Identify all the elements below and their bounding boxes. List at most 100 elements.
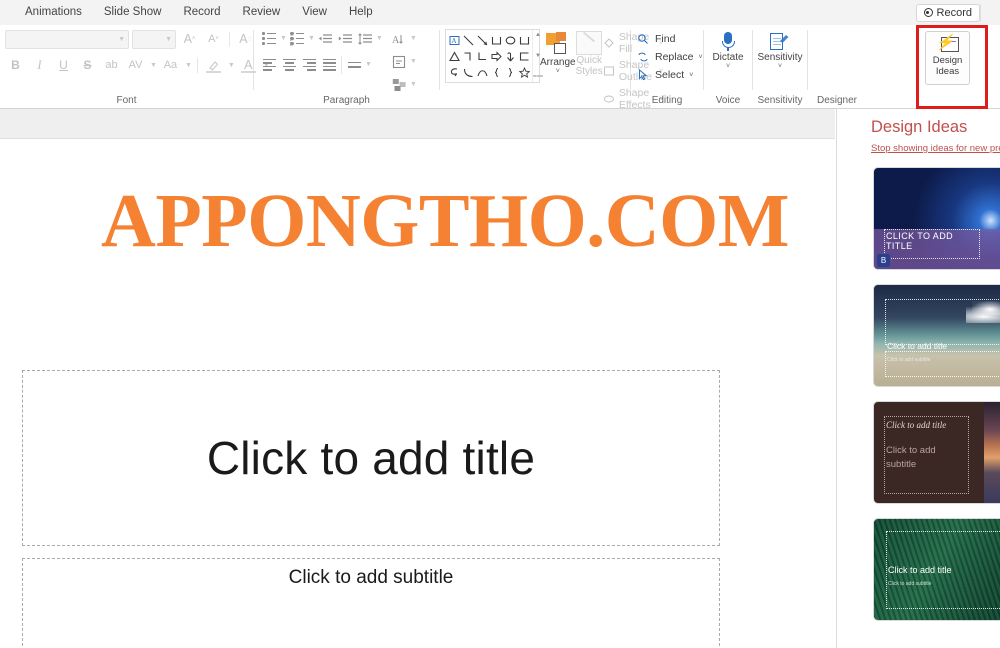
font-color-icon: A [244, 58, 253, 72]
font-size-combobox[interactable]: ▼ [132, 29, 176, 49]
bold-button[interactable]: B [5, 55, 26, 75]
shape-elbow-connector-icon[interactable] [461, 48, 475, 64]
increase-font-size-button[interactable]: A ˄ [179, 29, 200, 49]
chevron-down-icon[interactable]: ˅ [689, 72, 693, 79]
title-placeholder[interactable]: Click to add title [22, 370, 720, 546]
design-pane-scrollbar[interactable] [996, 109, 1000, 648]
chevron-down-icon[interactable]: ▼ [185, 62, 192, 69]
justify-icon [322, 58, 336, 71]
shape-line-icon[interactable] [461, 32, 475, 48]
text-direction-button[interactable]: A [389, 29, 409, 48]
design-ideas-label-2: Ideas [935, 66, 960, 77]
tab-view[interactable]: View [291, 0, 338, 25]
tab-slide-show[interactable]: Slide Show [93, 0, 173, 25]
arrange-label: Arrange [540, 57, 576, 68]
thumb-subtitle-outline [885, 351, 1000, 377]
shape-left-brace-icon[interactable] [489, 64, 503, 80]
chevron-down-icon[interactable]: ▼ [410, 58, 417, 65]
chevron-down-icon[interactable]: ▼ [410, 35, 417, 42]
ribbon-collapse-area[interactable] [980, 3, 994, 22]
justify-button[interactable] [319, 55, 339, 74]
underline-button[interactable]: U [53, 55, 74, 75]
columns-button[interactable] [344, 55, 364, 74]
strikethrough-button[interactable]: S [77, 55, 98, 75]
record-button[interactable]: Record [915, 3, 980, 22]
shape-scribble-icon[interactable] [447, 64, 461, 80]
chevron-down-icon[interactable]: ▼ [150, 62, 157, 69]
text-shadow-button[interactable]: ab [101, 55, 122, 75]
shape-textbox-icon[interactable]: A [447, 32, 461, 48]
search-icon [636, 33, 650, 45]
convert-to-smartart-button[interactable] [389, 75, 409, 94]
shapes-gallery[interactable]: A ▲ ▼ ⩶ [445, 29, 543, 83]
slide-canvas[interactable]: Click to add title Click to add subtitle [0, 139, 835, 648]
decrease-indent-button[interactable] [315, 29, 335, 48]
line-spacing-button[interactable] [355, 29, 375, 48]
shape-arrow-icon[interactable] [475, 32, 489, 48]
tab-animations[interactable]: Animations [14, 0, 93, 25]
shape-freeform-icon[interactable] [475, 64, 489, 80]
shape-rectangle-icon[interactable] [489, 32, 503, 48]
select-button[interactable]: Select ˅ [636, 66, 693, 84]
tab-review[interactable]: Review [232, 0, 292, 25]
replace-button[interactable]: Replace ˅ [636, 48, 703, 66]
shape-curve-icon[interactable] [461, 64, 475, 80]
bullets-button[interactable] [259, 29, 279, 48]
smartart-row: ▼ [389, 75, 417, 94]
subtitle-placeholder[interactable]: Click to add subtitle [22, 558, 720, 648]
chevron-down-icon[interactable]: ˅ [556, 68, 560, 75]
dictate-button[interactable]: Dictate ˅ [709, 32, 747, 71]
design-idea-subtitle-3: Click to add subtitle [886, 445, 936, 470]
character-spacing-button[interactable]: AV [125, 55, 146, 75]
align-right-button[interactable] [299, 55, 319, 74]
microphone-icon [721, 32, 735, 52]
align-center-button[interactable] [279, 55, 299, 74]
italic-button[interactable]: I [29, 55, 50, 75]
numbering-button[interactable]: 123 [287, 29, 307, 48]
shape-star-icon[interactable] [517, 64, 531, 80]
chevron-down-icon[interactable]: ˅ [778, 63, 782, 71]
shape-rounded-rectangle-icon[interactable] [517, 32, 531, 48]
align-right-icon [302, 58, 316, 71]
change-case-button[interactable]: Aa [160, 55, 181, 75]
chevron-down-icon[interactable]: ▼ [308, 35, 315, 42]
highlight-pen-icon [209, 60, 219, 71]
thumb-title-outline [885, 299, 1000, 345]
increase-indent-button[interactable] [335, 29, 355, 48]
arrange-button[interactable]: Arrange ˅ [540, 29, 576, 75]
quick-styles-button[interactable]: Quick Styles [576, 29, 603, 77]
design-idea-dark-brown[interactable]: Click to add title Click to add subtitle [873, 401, 1000, 504]
chevron-down-icon[interactable]: ▼ [410, 81, 417, 88]
design-ideas-pane-title: Design Ideas [871, 118, 968, 136]
design-idea-night-sky[interactable]: CLICK TO ADD TITLE Click B [873, 167, 1000, 270]
shape-callout-icon[interactable] [517, 48, 531, 64]
design-ideas-button[interactable]: ⚡ Design Ideas [925, 31, 970, 85]
sensitivity-button[interactable]: Sensitivity ˅ [758, 32, 803, 71]
tab-help[interactable]: Help [338, 0, 384, 25]
find-button[interactable]: Find [636, 30, 675, 48]
tab-record[interactable]: Record [172, 0, 231, 25]
shape-right-arrow-icon[interactable] [489, 48, 503, 64]
align-left-button[interactable] [259, 55, 279, 74]
text-highlight-color-button[interactable] [203, 55, 224, 75]
font-name-combobox[interactable]: ▼ [5, 29, 129, 49]
decrease-font-size-button[interactable]: A ˅ [203, 29, 224, 49]
align-text-button[interactable] [389, 52, 409, 71]
chevron-down-icon[interactable]: ▼ [228, 62, 235, 69]
shape-fill-icon [603, 36, 615, 50]
chevron-down-icon[interactable]: ˅ [699, 54, 703, 61]
clear-formatting-button[interactable]: A ◌ [235, 29, 256, 49]
chevron-down-icon[interactable]: ▼ [365, 61, 372, 68]
text-direction-row: A ▼ [389, 29, 417, 48]
shape-down-arrow-icon[interactable] [503, 48, 517, 64]
shape-oval-icon[interactable] [503, 32, 517, 48]
design-idea-green-leaf[interactable]: Click to add title Click to add subtitle [873, 518, 1000, 621]
chevron-down-icon[interactable]: ▼ [376, 35, 383, 42]
chevron-down-icon[interactable]: ▼ [280, 35, 287, 42]
shape-right-brace-icon[interactable] [503, 64, 517, 80]
stop-showing-ideas-link[interactable]: Stop showing ideas for new pre [871, 143, 1000, 154]
design-idea-beach[interactable]: Click to add title Click to add subtitle [873, 284, 1000, 387]
shape-elbow-arrow-icon[interactable] [475, 48, 489, 64]
chevron-down-icon[interactable]: ˅ [726, 63, 730, 71]
shape-triangle-icon[interactable] [447, 48, 461, 64]
